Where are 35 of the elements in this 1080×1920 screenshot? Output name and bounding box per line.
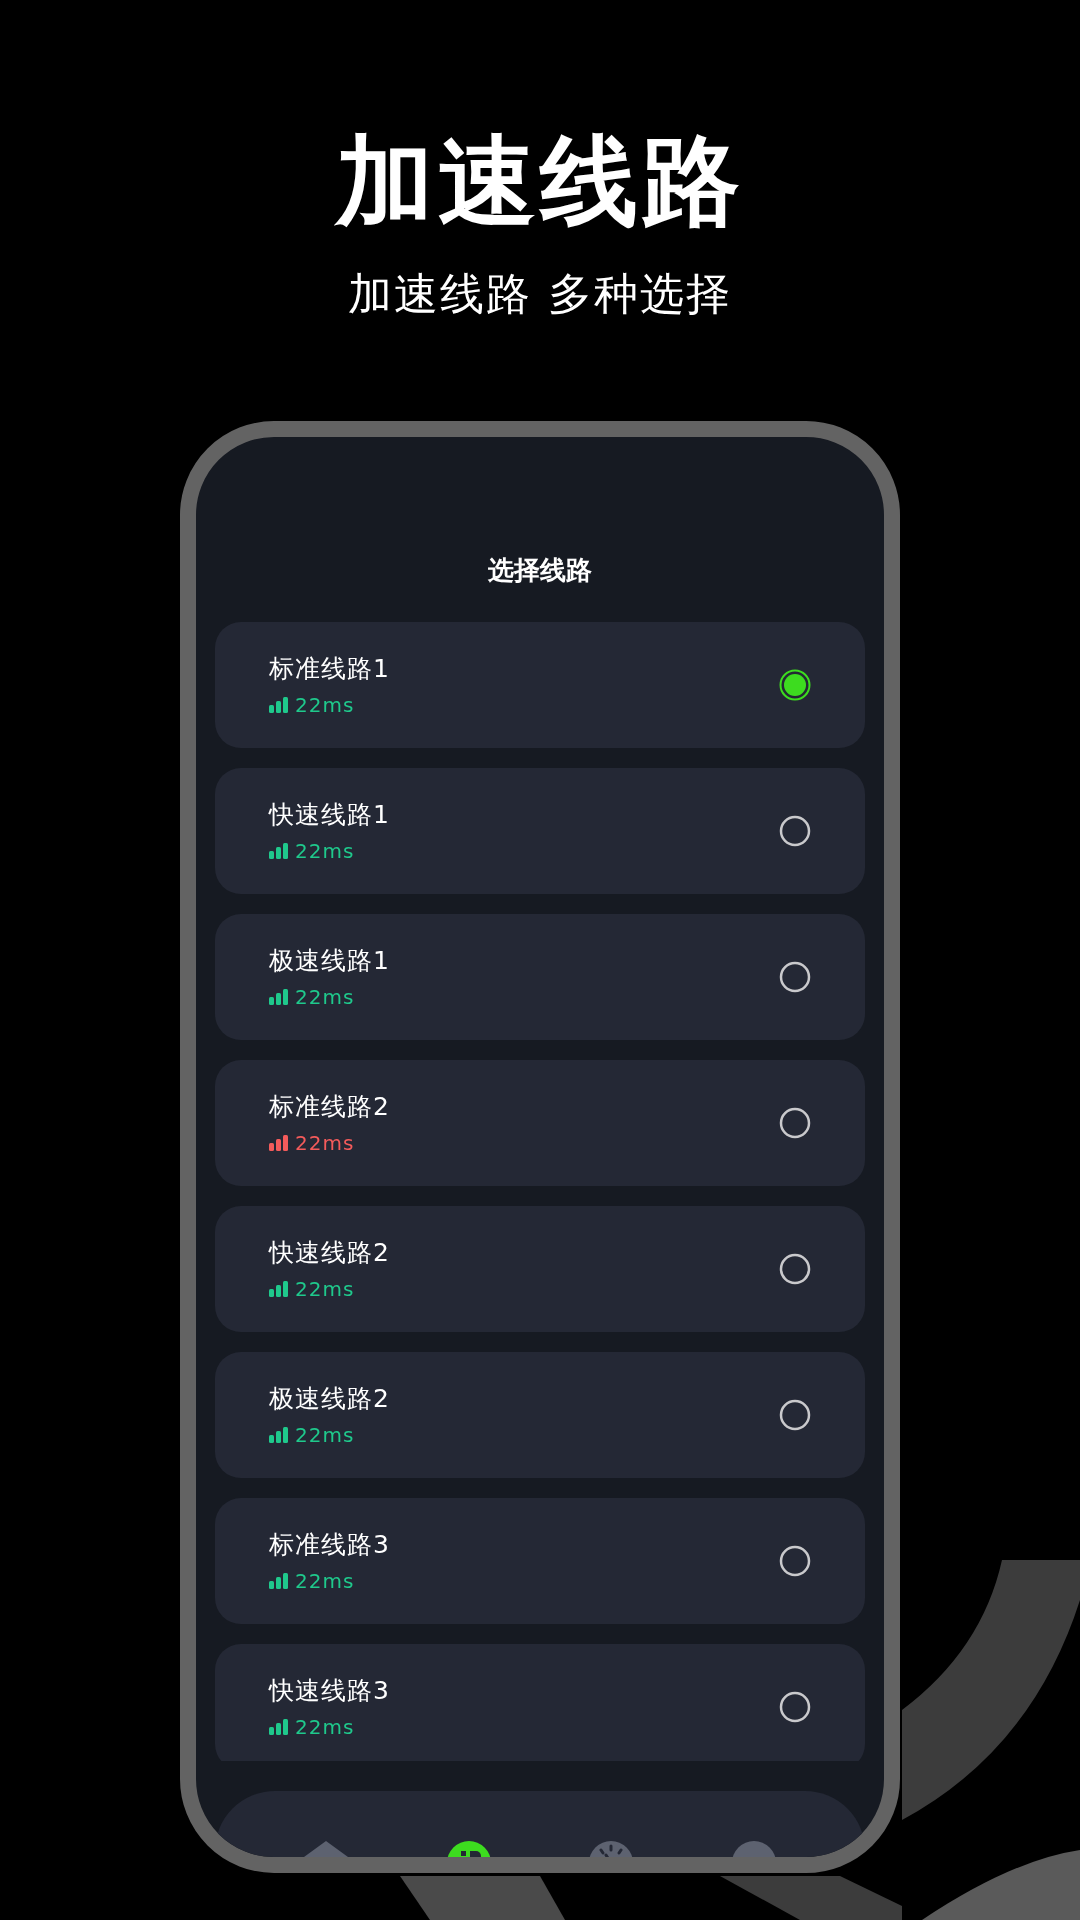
- route-card[interactable]: 标准线路1 22ms: [215, 621, 865, 748]
- route-name: 标准线路1: [269, 653, 390, 686]
- route-name: 极速线路2: [269, 1383, 390, 1416]
- route-card[interactable]: 极速线路1 22ms: [215, 913, 865, 1040]
- latency-text: 22ms: [295, 1715, 355, 1740]
- route-card[interactable]: 快速线路2 22ms: [215, 1205, 865, 1332]
- radio-button[interactable]: [779, 1106, 811, 1139]
- radio-button[interactable]: [779, 1398, 811, 1431]
- latency-text: 22ms: [295, 1131, 355, 1156]
- route-card[interactable]: 快速线路1 22ms: [215, 767, 865, 894]
- selected-radio[interactable]: [779, 668, 811, 701]
- radio-button[interactable]: [779, 1690, 811, 1723]
- route-name: 标准线路3: [269, 1529, 390, 1562]
- route-card[interactable]: 快速线路3 22ms: [215, 1643, 865, 1761]
- route-card[interactable]: 极速线路2 22ms: [215, 1351, 865, 1478]
- route-name: 快速线路2: [269, 1237, 390, 1270]
- route-name: 快速线路1: [269, 799, 390, 832]
- radio-button[interactable]: [779, 960, 811, 993]
- latency-text: 22ms: [295, 1569, 355, 1594]
- route-name: 快速线路3: [269, 1675, 390, 1708]
- headline: 加速线路: [336, 128, 744, 236]
- radio-button[interactable]: [779, 1252, 811, 1285]
- latency-text: 22ms: [295, 1423, 355, 1448]
- route-card[interactable]: 标准线路3 22ms: [215, 1497, 865, 1624]
- route-card[interactable]: 标准线路2 22ms: [215, 1059, 865, 1186]
- latency-text: 22ms: [295, 985, 355, 1010]
- radio-button[interactable]: [779, 1544, 811, 1577]
- latency-text: 22ms: [295, 839, 355, 864]
- subtitle: 加速线路 多种选择: [348, 267, 732, 321]
- route-name: 极速线路1: [269, 945, 390, 978]
- latency-text: 22ms: [295, 1277, 355, 1302]
- screen-title: 选择线路: [488, 553, 592, 587]
- latency-text: 22ms: [295, 693, 355, 718]
- radio-button[interactable]: [779, 814, 811, 847]
- route-name: 标准线路2: [269, 1091, 390, 1124]
